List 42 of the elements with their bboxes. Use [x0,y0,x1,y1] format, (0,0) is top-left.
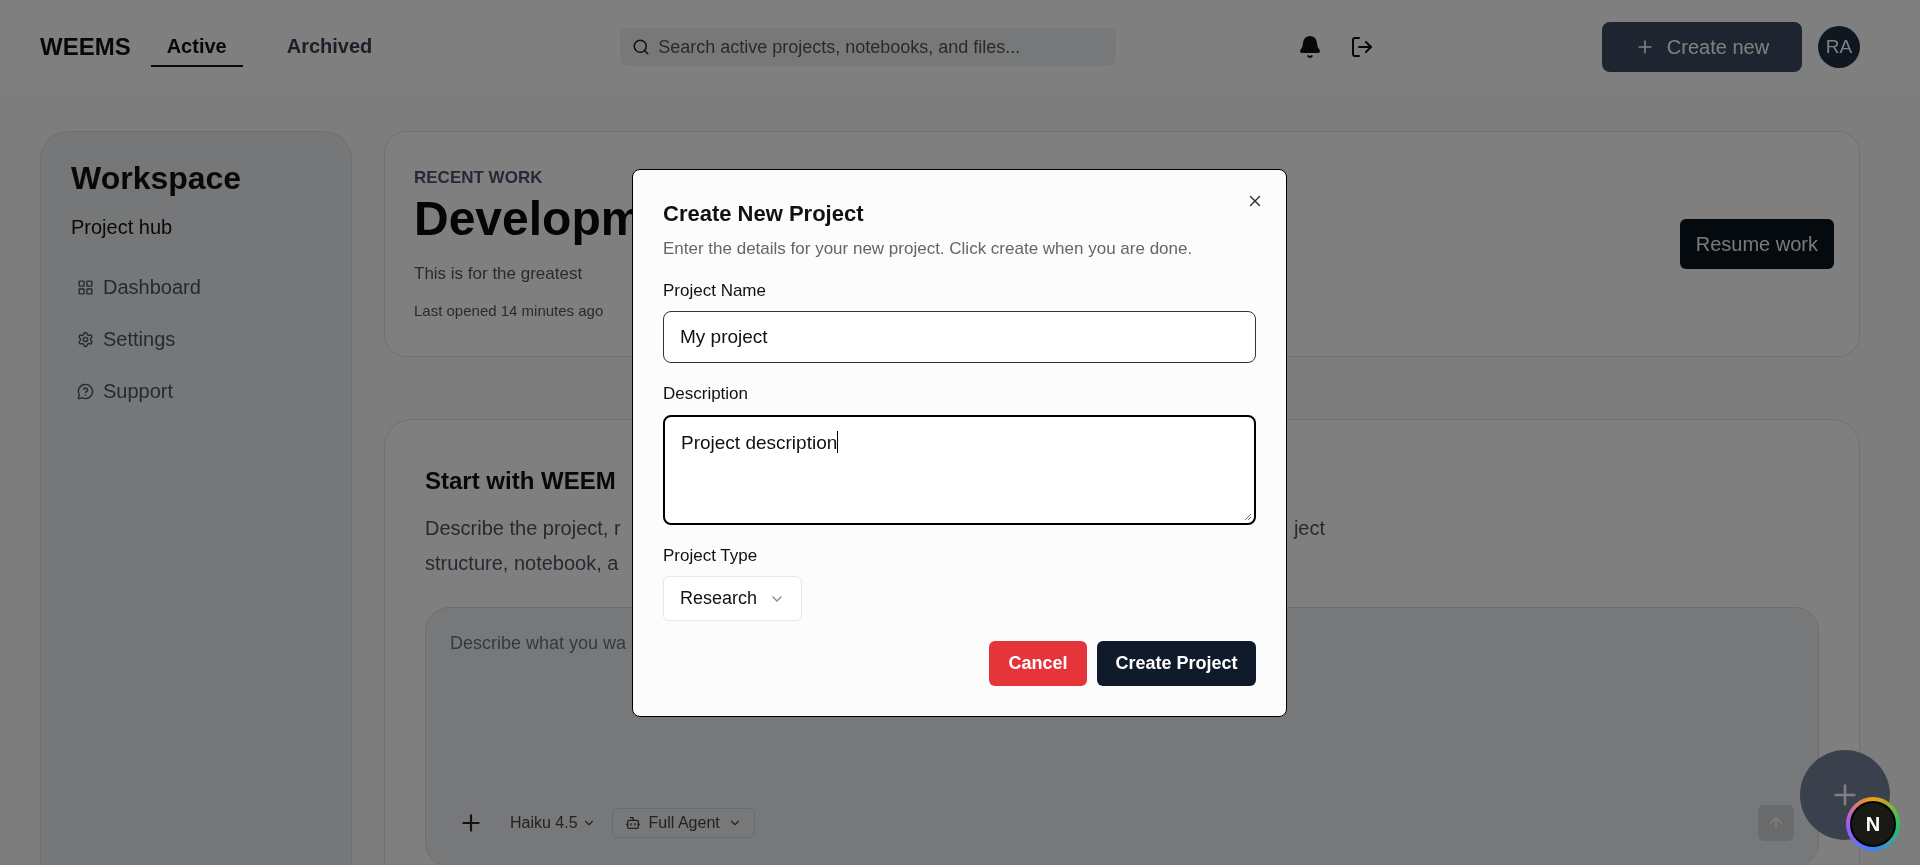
description-text: ject [1293,516,1325,541]
field-label: Project Name [663,279,767,302]
robot-icon [624,815,641,831]
project-description: This is for the greatest [414,262,584,285]
description-text: structure, notebook, a [425,551,619,576]
search-icon [632,38,651,56]
model-select[interactable]: Haiku 4.5 [510,811,596,835]
resize-handle-icon[interactable] [1244,512,1252,521]
nav-tab[interactable]: Archived [270,27,389,67]
logout-icon[interactable] [1350,35,1374,59]
eyebrow-label: RECENT WORK [414,167,544,190]
section-title: Start with WEEM [425,466,616,496]
dialog-subtitle: Enter the details for your new project. Click create when you are done. [663,238,1194,260]
sidebar-title: Workspace [71,159,243,198]
cancel-button[interactable]: Cancel [989,641,1087,686]
description-text: Describe the project, r [425,516,621,541]
project-name-field[interactable]: My project [663,311,1256,363]
field-label: Project Type [663,544,758,567]
search-field[interactable]: Search active projects, notebooks, and files... [620,28,1117,66]
field-label: Description [663,383,750,405]
project-type-select[interactable]: Research [663,576,802,621]
sidebar-subtitle: Project hub [71,215,174,240]
logo: WEEMS [40,32,131,62]
resume-work-button[interactable]: Resume work [1679,219,1834,269]
nav-tab[interactable]: Active [150,27,243,67]
gear-icon [77,330,94,348]
mode-select[interactable]: Full Agent [611,808,755,838]
sidebar-item[interactable]: Settings [71,324,321,354]
dialog-title: Create New Project [663,200,865,228]
description-field[interactable]: Project description [663,414,1256,525]
avatar[interactable]: RA [1818,26,1860,68]
sidebar-item[interactable]: Dashboard [71,272,321,302]
create-new-button[interactable]: Create new [1602,22,1802,72]
prompt-placeholder: Describe what you wa [450,632,627,655]
sidebar-item[interactable]: Support [71,376,321,406]
search-input[interactable]: Search active projects, notebooks, and files... [658,33,1105,61]
last-opened-text: Last opened 14 minutes ago [414,301,605,322]
bell-icon[interactable] [1298,35,1322,59]
help-bubble-icon [77,382,94,400]
project-title: Developm [414,190,644,247]
create-project-button[interactable]: Create Project [1097,641,1256,686]
grid-icon [77,278,94,296]
